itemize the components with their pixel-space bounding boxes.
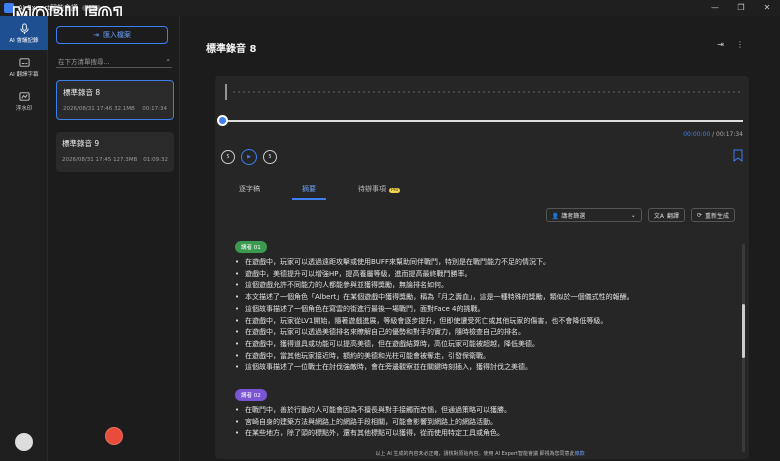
import-icon: ⇥ (93, 31, 99, 39)
recording-item[interactable]: 標準錄音 8 2026/08/31 17:46 32.1MB 00:17:34 (56, 80, 174, 120)
subtitle-icon (18, 57, 30, 67)
recording-size: 32.1MB (114, 106, 135, 112)
summary-content: 講者 01 在遊戲中，玩家可以透過遠距攻擊或使用BUFF來幫助同伴戰鬥，特別是在… (235, 234, 735, 440)
current-time: 00:00:00 (683, 131, 711, 138)
total-time: / 00:17:34 (712, 131, 743, 138)
pro-badge: Pro (389, 188, 401, 193)
export-icon[interactable]: ⇥ (717, 40, 724, 49)
rewind-seconds: 5 (226, 154, 230, 160)
speaker-filter-select[interactable]: 👤 講者篩選 ⌄ (545, 208, 642, 222)
seek-track[interactable] (221, 120, 743, 122)
recording-title: 標準錄音 9 (62, 139, 100, 148)
speaker-section: 講者 02 在戰鬥中，善於行動的人可能會因為不擅長與對手接觸而苦惱，但通過策略可… (235, 382, 735, 440)
rail-item-watermark[interactable]: 浮水印 (0, 84, 48, 118)
scrollbar-thumb[interactable] (742, 304, 745, 358)
recording-duration: 01:09:32 (143, 157, 168, 163)
tab-todo-label: 待辦事項 (358, 185, 386, 193)
summary-bullet: 在遊戲中，玩家可以透過遠距攻擊或使用BUFF來幫助同伴戰鬥，特別是在戰鬥能力不足… (235, 257, 735, 269)
translate-icon: 文A (653, 212, 664, 220)
summary-bullet: 在遊戲中，當其他玩家接近時，額約的美德和光柱可能會被奪走，引發保衛戰。 (235, 351, 735, 363)
recording-title: 標準錄音 8 (63, 88, 101, 97)
search-input[interactable]: 在下方清單搜尋... ⌕ (56, 54, 172, 68)
summary-bullet: 宮崎自身的建築方法與網路上的網路手段相關，可能會影響到網路上的網路活動。 (235, 417, 735, 429)
import-label: 匯入檔案 (102, 31, 131, 39)
speaker-section: 講者 01 在遊戲中，玩家可以透過遠距攻擊或使用BUFF來幫助同伴戰鬥，特別是在… (235, 234, 735, 374)
summary-bullet: 遊戲中，美德提升可以增強HP，提高養屬等級，進而提高最終戰鬥勝率。 (235, 269, 735, 281)
summary-bullet: 這個故事描述了一個角色在寫雲的街進行最後一場戰鬥，面對Face 4的挑戰。 (235, 304, 735, 316)
summary-bullet: 本文描述了一個角色「Albert」在某個遊戲中獲得獎勵，稱為「月之壽血」，這是一… (235, 292, 735, 304)
summary-panel: 逐字稿 摘要 待辦事項 Pro 👤 講者篩選 ⌄ 文A 翻譯 ⟳ 重新生成 講者 01… (215, 174, 749, 459)
regenerate-button[interactable]: ⟳ 重新生成 (690, 208, 735, 222)
watermark-icon (18, 91, 30, 101)
speaker-filter-label: 講者篩選 (561, 212, 586, 220)
rail-item-label: AI 翻譯字幕 (9, 71, 39, 78)
recording-list-pane: ⇥ 匯入檔案 在下方清單搜尋... ⌕ 標準錄音 8 2026/08/31 17… (48, 16, 180, 461)
avatar[interactable] (15, 433, 33, 451)
translate-button[interactable]: 文A 翻譯 (647, 208, 685, 222)
summary-bullet: 在某些地方，除了頭的標點外，還有其他標點可以獲得，從而使用特定工具或角色。 (235, 428, 735, 440)
search-icon: ⌕ (166, 56, 170, 64)
summary-bullet: 這個故事描述了一位戰士在討伐強敵時，會在旁邊觀察並在關鍵時刻插入，獲得討伐之美德… (235, 362, 735, 374)
recording-duration: 00:17:34 (142, 106, 167, 112)
seek-handle[interactable] (217, 115, 228, 126)
speaker-badge: 講者 01 (235, 241, 267, 253)
waveform (225, 84, 741, 100)
page-title: 標準錄音 8 (206, 44, 257, 55)
disclaimer-footer: 以上 AI 生成的內容未必正確，請核對原始內容。使用 AI Expert智能會議… (180, 450, 780, 457)
summary-bullet: 在遊戲中，玩家從LV1開始，隨著遊戲進展，等級會逐步提升，但即使遭受死亡或其他玩… (235, 316, 735, 328)
more-icon[interactable]: ⋮ (736, 40, 744, 49)
main-pane: 標準錄音 8 ⇥ ⋮ 00:00:00 / 00:17:34 5 ▶ 5 逐字稿… (180, 16, 780, 461)
recording-date: 2026/08/31 17:45 (62, 157, 112, 163)
disclaimer-text: 以上 AI 生成的內容未必正確，請核對原始內容。使用 AI Expert智能會議… (375, 451, 575, 457)
forward-button[interactable]: 5 (263, 150, 277, 164)
tab-transcript[interactable]: 逐字稿 (229, 184, 270, 200)
search-placeholder: 在下方清單搜尋... (58, 57, 110, 66)
rail-item-label: AI 會議記錄 (9, 37, 39, 44)
summary-bullet: 在遊戲中，獲得道具或功能可以提高美德，但在遊戲結算時，高位玩家可能被超越，降低美… (235, 339, 735, 351)
play-button[interactable]: ▶ (241, 149, 257, 165)
chevron-down-icon: ⌄ (630, 211, 636, 219)
refresh-icon: ⟳ (696, 211, 702, 219)
maximize-button[interactable]: ❐ (728, 0, 754, 16)
summary-bullet: 在遊戲中，玩家可以透過美德排名來瞭解自己的優勢和對手的實力，隨時檢查自己的排名。 (235, 327, 735, 339)
import-file-button[interactable]: ⇥ 匯入檔案 (56, 26, 168, 44)
mic-icon (19, 22, 29, 34)
recording-size: 127.3MB (113, 157, 138, 163)
forward-seconds: 5 (268, 154, 272, 160)
recording-item[interactable]: 標準錄音 9 2026/08/31 17:45 127.3MB 01:09:32 (56, 132, 174, 172)
minimize-button[interactable]: — (702, 0, 728, 16)
record-button[interactable] (105, 427, 123, 445)
translate-label: 翻譯 (666, 212, 679, 220)
tab-summary[interactable]: 摘要 (292, 184, 326, 200)
speaker-badge: 講者 02 (235, 389, 267, 402)
summary-bullet: 在戰鬥中，善於行動的人可能會因為不擅長與對手接觸而苦惱，但通過策略可以獲勝。 (235, 405, 735, 417)
summary-bullet: 這個遊戲允許不同能力的人都能參與並獲得獎勵，無論排名如何。 (235, 280, 735, 292)
close-button[interactable]: ✕ (754, 0, 780, 16)
rewind-button[interactable]: 5 (221, 150, 235, 164)
person-icon: 👤 (551, 212, 560, 220)
bookmark-icon[interactable] (733, 149, 743, 162)
terms-link[interactable]: 條款 (575, 451, 585, 457)
regenerate-label: 重新生成 (704, 212, 729, 220)
play-icon: ▶ (247, 154, 251, 160)
tab-todo[interactable]: 待辦事項 Pro (348, 184, 410, 200)
rail-item-subtitle[interactable]: AI 翻譯字幕 (0, 50, 48, 84)
rail-item-label: 浮水印 (15, 105, 33, 112)
nav-rail: AI 會議記錄 AI 翻譯字幕 浮水印 (0, 16, 48, 461)
recording-date: 2026/08/31 17:46 (63, 106, 113, 112)
rail-item-meeting[interactable]: AI 會議記錄 (0, 16, 48, 50)
audio-player: 00:00:00 / 00:17:34 5 ▶ 5 (215, 76, 749, 180)
